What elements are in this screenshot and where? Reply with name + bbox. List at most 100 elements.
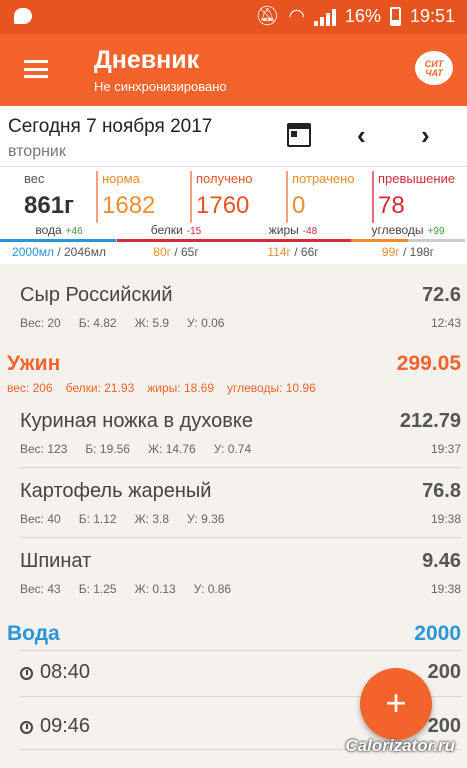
signal-icon	[313, 8, 336, 26]
food-carbs: У: 0.74	[213, 442, 252, 456]
calendar-icon[interactable]	[287, 123, 311, 147]
food-weight: Вес: 20	[20, 316, 61, 330]
food-weight: Вес: 123	[20, 442, 68, 456]
clock-icon	[20, 667, 33, 680]
prev-day-button[interactable]: ‹	[357, 120, 366, 151]
clock-time: 19:51	[409, 6, 455, 26]
macro-water: вода +46 2000мл / 2046мл	[0, 223, 118, 259]
stat-received-label: получено	[196, 171, 253, 186]
macro-progress	[234, 239, 352, 242]
food-time: 12:43	[430, 316, 461, 330]
food-time: 19:37	[430, 442, 461, 456]
macro-value: 114г	[267, 245, 291, 259]
stat-received-value: 1760	[196, 192, 250, 219]
food-meta: Вес: 123 Б: 19.56 Ж: 14.76 У: 0.74	[20, 442, 269, 456]
mute-icon: 🔕︎	[255, 5, 280, 27]
stat-received: получено 1760	[190, 171, 284, 223]
food-meta: Вес: 20 Б: 4.82 Ж: 5.9 У: 0.06	[20, 316, 242, 330]
macro-carbs: углеводы +99 99г / 198г	[351, 223, 465, 259]
water-amount: 200	[427, 661, 461, 683]
wifi-icon: ◠	[288, 5, 305, 27]
stat-excess: превышение 78	[372, 171, 464, 223]
menu-icon[interactable]	[24, 60, 48, 78]
food-meta: Вес: 40 Б: 1.12 Ж: 3.8 У: 9.36	[20, 512, 242, 526]
food-kcal: 76.8	[422, 480, 461, 502]
water-amount: 200	[427, 715, 461, 737]
food-name: Шпинат	[20, 550, 92, 572]
meal-carbs: углеводы: 10.96	[227, 381, 316, 395]
macro-name: вода	[35, 223, 62, 237]
food-item[interactable]: Картофель жареный 76.8 Вес: 40 Б: 1.12 Ж…	[20, 480, 461, 530]
stat-weight: вес 861г	[20, 171, 94, 223]
macro-name: жиры	[268, 223, 299, 237]
macro-protein: белки -15 80г / 65г	[117, 223, 235, 259]
food-kcal: 72.6	[422, 284, 461, 306]
stat-norm-value: 1682	[102, 192, 156, 219]
divider	[20, 537, 461, 538]
stat-spent-value: 0	[292, 192, 306, 219]
date-bar: Сегодня 7 ноября 2017 вторник ‹ ›	[0, 106, 467, 166]
food-carbs: У: 0.86	[193, 582, 232, 596]
food-carbs: У: 9.36	[187, 512, 225, 526]
food-fat: Ж: 14.76	[147, 442, 196, 456]
daily-summary: вес 861г норма 1682 получено 1760 потрач…	[0, 166, 467, 264]
food-name: Куриная ножка в духовке	[20, 410, 253, 432]
food-fat: Ж: 5.9	[134, 316, 170, 330]
macro-progress	[351, 239, 465, 242]
food-name: Сыр Российский	[20, 284, 173, 306]
macro-value: 99г	[381, 245, 400, 259]
stat-spent: потрачено 0	[286, 171, 370, 223]
food-kcal: 9.46	[422, 550, 461, 572]
meal-weight: вес: 206	[7, 381, 53, 395]
clock-icon	[20, 721, 33, 734]
status-bar: 🔕︎ ◠ 16% 19:51	[0, 0, 467, 34]
food-item[interactable]: Шпинат 9.46 Вес: 43 Б: 1.25 Ж: 0.13 У: 0…	[20, 550, 461, 600]
macro-total: / 198г	[399, 245, 435, 259]
macro-total: / 2046мл	[54, 245, 106, 259]
food-time: 19:38	[430, 582, 461, 596]
stat-norm-label: норма	[102, 171, 140, 186]
macro-delta: -48	[302, 226, 318, 237]
divider	[20, 467, 461, 468]
food-carbs: У: 0.06	[187, 316, 225, 330]
chat-notification-icon	[14, 8, 32, 24]
chat-button[interactable]: СИТ ЧАТ	[415, 51, 453, 85]
macro-name: белки	[150, 223, 183, 237]
page-title: Дневник	[94, 46, 200, 74]
food-fat: Ж: 0.13	[134, 582, 176, 596]
food-time: 19:38	[430, 512, 461, 526]
macro-delta: +46	[65, 226, 83, 237]
meal-meta: вес: 206 белки: 21.93 жиры: 18.69 углево…	[7, 381, 329, 395]
water-total: 2000	[414, 622, 461, 645]
macro-value: 80г	[153, 245, 171, 259]
macro-total: / 66г	[290, 245, 319, 259]
battery-icon	[389, 7, 401, 26]
stat-weight-value: 861г	[24, 192, 75, 219]
macro-delta: -15	[186, 226, 202, 237]
battery-percent: 16%	[344, 6, 381, 26]
food-item[interactable]: Сыр Российский 72.6 Вес: 20 Б: 4.82 Ж: 5…	[20, 284, 461, 334]
food-protein: Б: 1.12	[78, 512, 117, 526]
food-weight: Вес: 43	[20, 582, 61, 596]
weekday: вторник	[8, 143, 66, 160]
next-day-button[interactable]: ›	[421, 120, 430, 151]
macro-value: 2000мл	[12, 245, 54, 259]
macros-row: вода +46 2000мл / 2046мл белки -15 80г / 6…	[0, 223, 467, 263]
food-item[interactable]: Куриная ножка в духовке 212.79 Вес: 123 …	[20, 410, 461, 460]
macro-fat: жиры -48 114г / 66г	[234, 223, 352, 259]
meal-title-dinner[interactable]: Ужин	[7, 352, 60, 376]
add-button[interactable]: +	[360, 668, 432, 740]
stat-norm: норма 1682	[96, 171, 188, 223]
food-protein: Б: 1.25	[78, 582, 117, 596]
food-weight: Вес: 40	[20, 512, 61, 526]
macro-progress	[117, 239, 235, 242]
water-section-title[interactable]: Вода	[7, 622, 60, 646]
food-fat: Ж: 3.8	[134, 512, 170, 526]
meal-fat: жиры: 18.69	[147, 381, 215, 395]
macro-name: углеводы	[371, 223, 424, 237]
divider	[20, 650, 461, 651]
stat-excess-label: превышение	[378, 171, 456, 186]
food-meta: Вес: 43 Б: 1.25 Ж: 0.13 У: 0.86	[20, 582, 249, 596]
sync-status: Не синхронизировано	[94, 79, 227, 94]
food-name: Картофель жареный	[20, 480, 212, 502]
